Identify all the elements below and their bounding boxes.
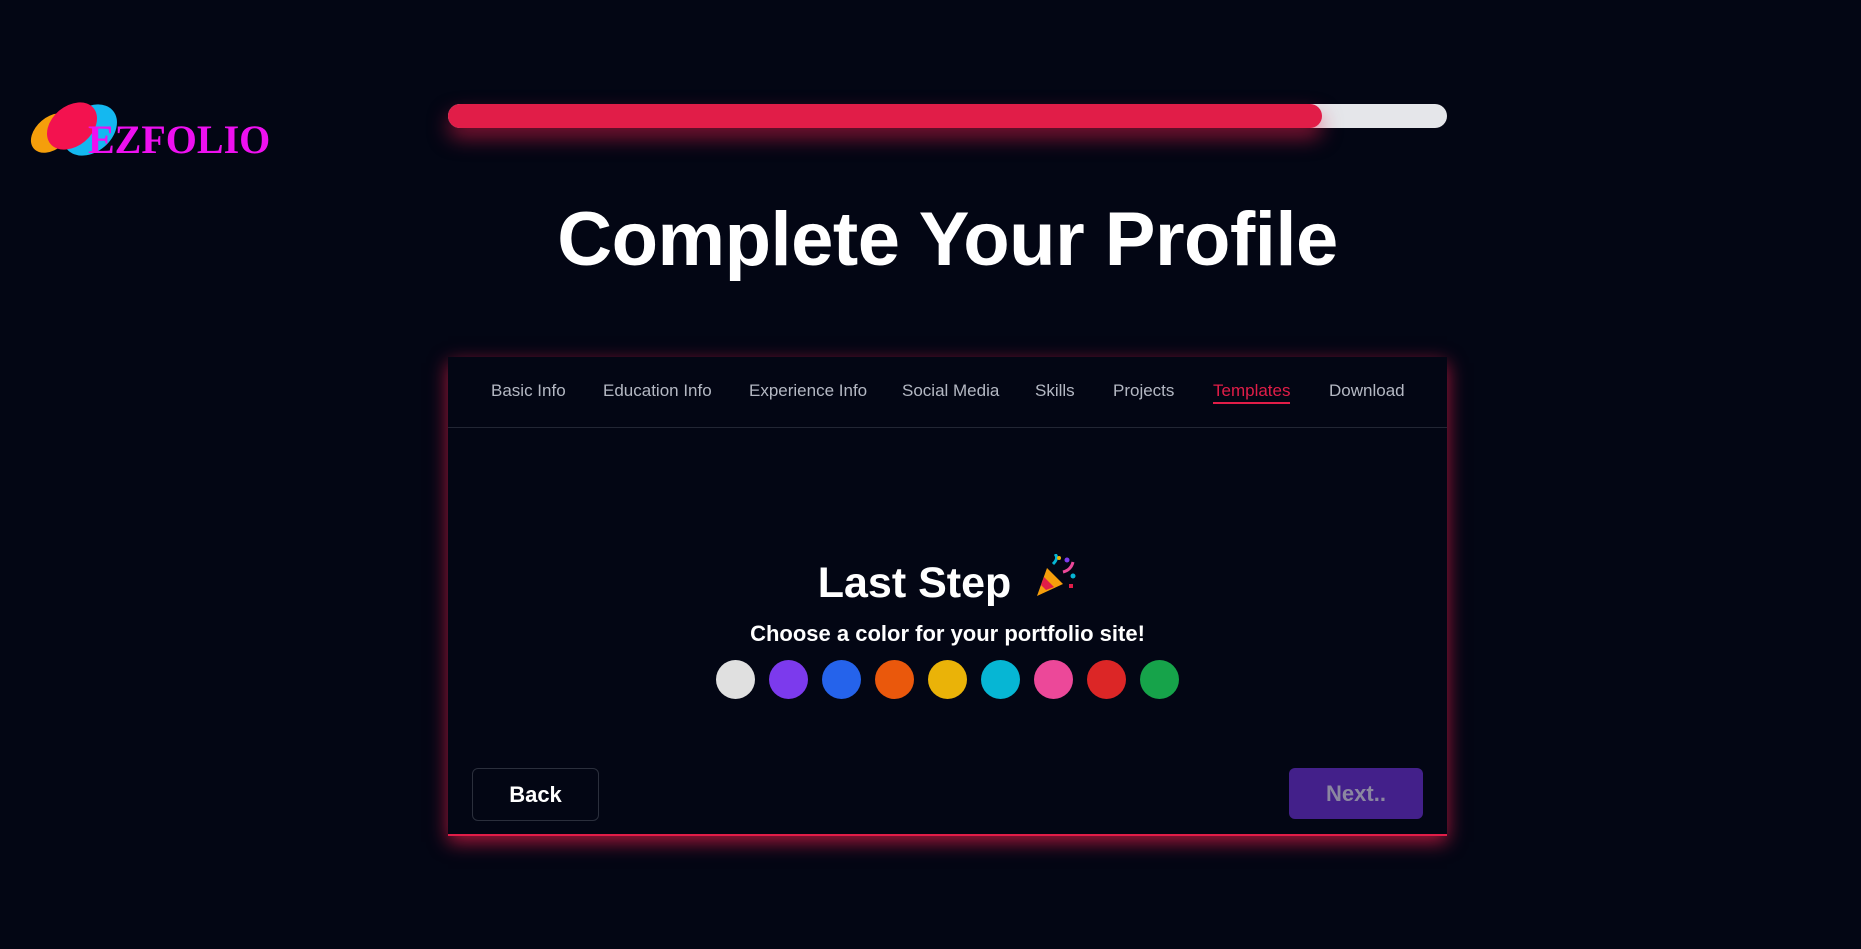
party-popper-icon [1033, 553, 1077, 609]
tab-skills[interactable]: Skills [1035, 381, 1075, 401]
step-title-text: Last Step [817, 559, 1012, 607]
profile-card: Basic Info Education Info Experience Inf… [448, 357, 1447, 836]
color-swatch-orange[interactable] [875, 660, 914, 699]
tab-education-info[interactable]: Education Info [603, 381, 712, 401]
color-swatch-yellow[interactable] [928, 660, 967, 699]
tab-basic-info[interactable]: Basic Info [491, 381, 566, 401]
logo-text: EZFOLIO [88, 117, 271, 162]
step-tabs: Basic Info Education Info Experience Inf… [448, 357, 1447, 428]
color-swatch-purple[interactable] [769, 660, 808, 699]
progress-fill [448, 104, 1323, 128]
tab-experience-info[interactable]: Experience Info [749, 381, 867, 401]
progress-bar [448, 104, 1447, 128]
color-swatch-blue[interactable] [822, 660, 861, 699]
logo[interactable]: EZFOLIO [30, 100, 280, 170]
tab-download[interactable]: Download [1329, 381, 1405, 401]
color-swatch-green[interactable] [1140, 660, 1179, 699]
color-swatch-cyan[interactable] [981, 660, 1020, 699]
next-button[interactable]: Next.. [1289, 768, 1423, 819]
color-swatch-white[interactable] [716, 660, 755, 699]
tab-templates[interactable]: Templates [1213, 381, 1291, 404]
page-title: Complete Your Profile [557, 197, 1338, 282]
step-title: Last Step [448, 553, 1447, 609]
tab-projects[interactable]: Projects [1113, 381, 1174, 401]
color-swatch-pink[interactable] [1034, 660, 1073, 699]
page: EZFOLIO Complete Your Profile Basic Info… [0, 0, 1861, 949]
step-subtitle: Choose a color for your portfolio site! [750, 621, 1145, 646]
tab-social-media[interactable]: Social Media [902, 381, 999, 401]
back-button[interactable]: Back [472, 768, 599, 821]
color-swatch-red[interactable] [1087, 660, 1126, 699]
